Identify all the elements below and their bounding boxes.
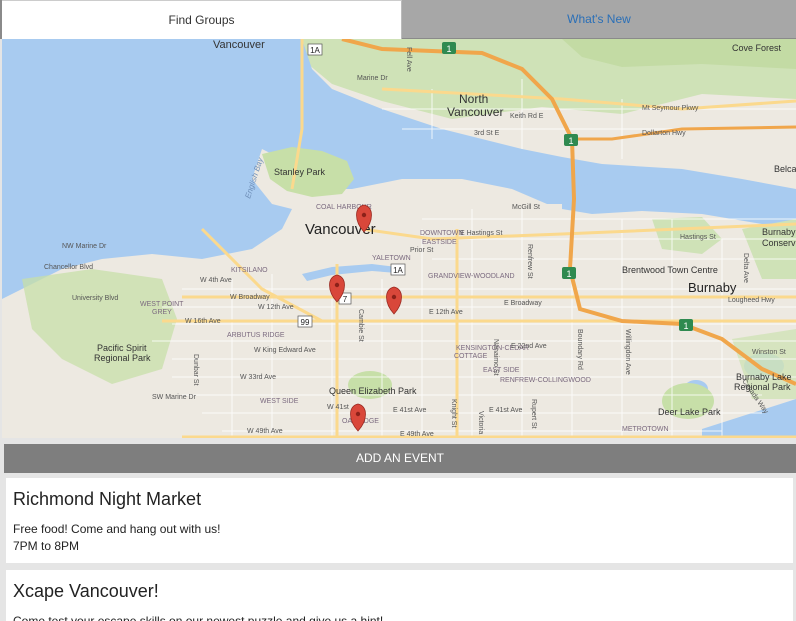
map-street-winston: Winston St	[752, 349, 786, 356]
map-street-w-12th: W 12th Ave	[258, 304, 294, 311]
map-label-deer-lake: Deer Lake Park	[658, 407, 721, 417]
map-street-e-41st-b: E 41st Ave	[489, 407, 522, 414]
event-title: Xcape Vancouver!	[13, 581, 159, 601]
map-street-marine-dr: Marine Dr	[357, 75, 388, 82]
map-street-nanaimo: Nanaimo St	[492, 339, 499, 376]
map-street-e-49th: E 49th Ave	[400, 431, 434, 438]
map-label-queen-elizabeth: Queen Elizabeth Park	[329, 386, 417, 396]
map-street-w-16th: W 16th Ave	[185, 318, 221, 325]
map-shield-1a-north: 1A	[310, 46, 320, 55]
map-street-boundary: Boundary Rd	[576, 329, 583, 370]
map-label-arbutus: ARBUTUS RIDGE	[227, 332, 285, 339]
map-label-stanley-park: Stanley Park	[274, 167, 326, 177]
map-label-renfrew: RENFREW-COLLINGWOOD	[500, 377, 591, 384]
map-shield-1-east: 1	[683, 321, 688, 331]
map-street-e-22nd: E 22nd Ave	[511, 343, 547, 350]
map-street-delta: Delta Ave	[742, 253, 749, 283]
map-street-chancellor: Chancellor Blvd	[44, 264, 93, 271]
map-label-grandview: GRANDVIEW-WOODLAND	[428, 273, 515, 280]
map-label-belcarra: Belca	[774, 164, 796, 174]
map-street-3rd-st: 3rd St E	[474, 130, 500, 137]
map-street-w-broadway: W Broadway	[230, 294, 270, 301]
map-street-knight: Knight St	[450, 399, 457, 427]
map-label-burnaby: Burnaby	[688, 280, 737, 295]
map-shield-1-north: 1	[446, 44, 451, 54]
map-street-university: University Blvd	[72, 295, 118, 302]
map-label-north-vancouver-1: North	[459, 92, 488, 106]
map-street-rupert: Rupert St	[530, 399, 537, 429]
event-card[interactable]: Xcape Vancouver! Come test your escape s…	[6, 570, 793, 621]
map-shield-99: 99	[301, 318, 310, 327]
event-time: 7PM to 8PM	[13, 539, 80, 553]
map-label-metrotown: METROTOWN	[622, 426, 669, 433]
map-street-e-12th: E 12th Ave	[429, 309, 463, 316]
tab-bar: Find Groups What's New	[0, 0, 796, 39]
map-street-lougheed: Lougheed Hwy	[728, 297, 775, 304]
map-street-e-41st: E 41st Ave	[393, 407, 426, 414]
map-street-renfrew: Renfrew St	[526, 244, 533, 279]
map-shield-7: 7	[343, 295, 348, 304]
map-street-hastings: Hastings St	[680, 234, 716, 241]
map-street-keith-rd: Keith Rd E	[510, 113, 544, 120]
map-street-cambie: Cambie St	[357, 309, 364, 342]
map-street-sw-marine: SW Marine Dr	[152, 394, 197, 401]
map-street-mt-seymour: Mt Seymour Pkwy	[642, 105, 699, 112]
event-list: Richmond Night Market Free food! Come an…	[6, 478, 793, 621]
map-street-willingdon: Willingdon Ave	[624, 329, 631, 375]
map-street-fell: Fell Ave	[405, 47, 412, 72]
map-street-w-4th: W 4th Ave	[200, 277, 232, 284]
map-label-burnaby-conserv-1: Burnaby	[762, 227, 796, 237]
map-shield-1a-south: 1A	[393, 266, 403, 275]
map-label-downtown: DOWNTOWN	[420, 230, 463, 237]
map-street-e-broadway: E Broadway	[504, 300, 542, 307]
map-label-pacific-spirit-2: Regional Park	[94, 353, 151, 363]
map-label-yaletown: YALETOWN	[372, 255, 411, 262]
map-street-mcgill: McGill St	[512, 204, 540, 211]
map-label-brentwood: Brentwood Town Centre	[622, 265, 718, 275]
map-street-e-hastings: E Hastings St	[460, 230, 502, 237]
map-label-west-side: WEST SIDE	[260, 398, 299, 405]
event-description: Free food! Come and hang out with us!	[13, 522, 221, 536]
tab-find-groups[interactable]: Find Groups	[2, 0, 402, 39]
map-street-w-33rd: W 33rd Ave	[240, 374, 276, 381]
map-street-w-49th: W 49th Ave	[247, 428, 283, 435]
map-label-west-point-grey-2: GREY	[152, 309, 172, 316]
map-label-vancouver-top: Vancouver	[213, 39, 265, 51]
event-title: Richmond Night Market	[13, 489, 202, 509]
event-description: Come test your escape skills on our newe…	[13, 614, 384, 621]
map-label-burnaby-conserv-2: Conserv	[762, 238, 796, 248]
map-shield-1-mid: 1	[568, 136, 573, 146]
add-event-button[interactable]: ADD AN EVENT	[4, 444, 796, 473]
event-card[interactable]: Richmond Night Market Free food! Come an…	[6, 478, 793, 563]
map-label-pacific-spirit-1: Pacific Spirit	[97, 343, 147, 353]
map-label-kitsilano: KITSILANO	[231, 267, 268, 274]
map-label-cottage: COTTAGE	[454, 353, 488, 360]
map-label-east-side: EAST SIDE	[483, 367, 520, 374]
map-street-nw-marine: NW Marine Dr	[62, 243, 107, 250]
map-street-w-41st: W 41st	[327, 404, 349, 411]
map-street-dunbar: Dunbar St	[192, 354, 199, 386]
map-view[interactable]: 1 1 1 1 1A 1A 99 7 Vancouver North Vanco…	[2, 39, 796, 438]
tab-whats-new[interactable]: What's New	[402, 0, 796, 38]
map-street-prior: Prior St	[410, 247, 433, 254]
map-street-king-edward: W King Edward Ave	[254, 347, 316, 354]
map-label-west-point-grey-1: WEST POINT	[140, 301, 184, 308]
map-label-eastside: EASTSIDE	[422, 239, 457, 246]
map-label-north-vancouver-2: Vancouver	[447, 105, 503, 119]
map-street-dollarton: Dollarton Hwy	[642, 130, 686, 137]
map-street-victoria: Victoria	[477, 411, 484, 434]
map-shield-1-south: 1	[566, 269, 571, 279]
map-label-cove-forest: Cove Forest	[732, 43, 782, 53]
